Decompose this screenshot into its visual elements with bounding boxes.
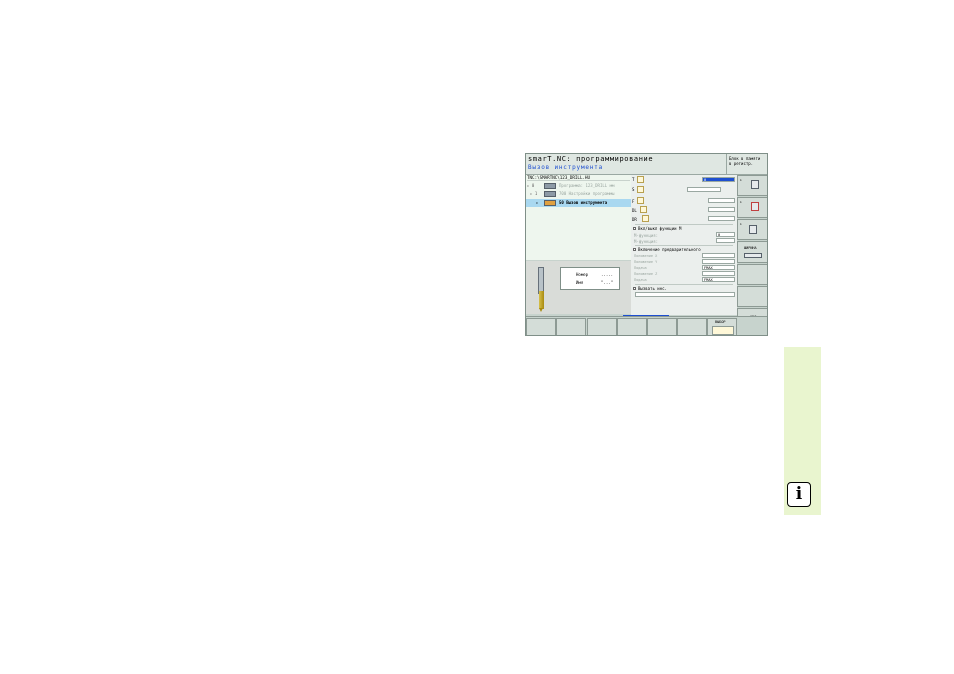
tool-number-icon (637, 176, 644, 183)
expand-arrow-icon[interactable]: ▸ 1 (530, 191, 537, 196)
pre-tool-input[interactable] (635, 292, 735, 297)
softkey-1[interactable] (526, 318, 556, 335)
tool-name-value: "..." (601, 280, 614, 285)
m-after-input[interactable] (716, 238, 735, 243)
delta-radius-input[interactable] (708, 216, 735, 221)
field-dl-label: DL (632, 208, 637, 213)
pre-feed2-input[interactable]: FMAX (702, 277, 735, 282)
header-right-text: Блок в памяти в регистр. (729, 156, 761, 166)
tool-number-label: Номер (576, 272, 589, 277)
select-tools-icon (712, 326, 734, 335)
tree-path: TNC:\SMARTNC\123_DRILL.HU (527, 175, 630, 181)
softkey-2[interactable] (556, 318, 586, 335)
tool-call-icon (544, 200, 556, 206)
tree-row-settings[interactable]: ▸ 1 700 Настройки программы (526, 190, 631, 198)
feed-input[interactable] (708, 198, 735, 203)
pre-feed-input[interactable]: FMAX (702, 265, 735, 270)
delta-length-input[interactable] (708, 207, 735, 212)
tool-holder-icon (751, 180, 759, 189)
softkey-tool-view-2[interactable]: ▸ (737, 197, 767, 218)
tool-shank-icon (538, 267, 544, 294)
header-right-panel: Блок в памяти в регистр. (726, 154, 767, 175)
tool-flute-icon (539, 291, 544, 309)
vertical-softkey-bar: ▸ ▸ ▸ ШИРИНА ОМС ИНСТРУМ. (737, 175, 767, 335)
current-row-marker-icon: ▸ (536, 200, 539, 205)
softkey-width[interactable]: ШИРИНА (737, 241, 767, 263)
field-s-label: S (632, 187, 635, 192)
pre-x-input[interactable] (702, 253, 735, 258)
screen-header: smarT.NC: программирование Вызов инструм… (526, 154, 726, 175)
pre-row-label: Подача (634, 266, 647, 270)
delta-length-icon (640, 206, 647, 213)
form-divider (635, 245, 733, 246)
pre-position-check-label: Включение предварительного (638, 247, 701, 252)
spindle-speed-input[interactable] (687, 187, 721, 192)
m-before-label: M-функция: (634, 233, 659, 238)
field-f-label: F (632, 199, 635, 204)
tree-row-label: Программа: 123_DRILL мм (559, 183, 615, 188)
pre-tool-check-label: Вызвать инс. (638, 286, 667, 291)
tool-name-label: Имя (576, 280, 584, 285)
width-icon (744, 253, 762, 258)
cnc-screenshot: smarT.NC: программирование Вызов инструм… (525, 153, 768, 336)
settings-icon (544, 191, 556, 197)
screen-title: smarT.NC: программирование (528, 155, 654, 163)
tool-number-input[interactable]: 0 (702, 177, 735, 182)
softkey-5[interactable] (647, 318, 677, 335)
softkey-empty-2[interactable] (737, 286, 767, 307)
tool-axis-icon (751, 202, 759, 211)
form-divider (635, 224, 733, 225)
delta-radius-icon (642, 215, 649, 222)
softkey-6[interactable] (677, 318, 707, 335)
m-after-label: M-функция: (634, 239, 659, 244)
tool-tip-icon (539, 308, 543, 312)
tree-row-program[interactable]: ▸ 0 Программа: 123_DRILL мм (526, 182, 631, 190)
pre-z-input[interactable] (702, 271, 735, 276)
screen-subtitle: Вызов инструмента (528, 164, 604, 171)
pre-position-checkbox[interactable] (633, 248, 636, 251)
tool-info-box: Номер ..... Имя "..." (560, 267, 620, 290)
softkey-marker: ▸ (740, 178, 743, 182)
program-icon (544, 183, 556, 189)
tool-preview-panel: Номер ..... Имя "..." (526, 261, 632, 314)
softkey-3[interactable] (587, 318, 617, 335)
tree-row-tool-call[interactable]: ▸ 50 Вызов инструмента (526, 199, 631, 207)
m-before-input[interactable]: 0 (716, 232, 735, 237)
softkey-select[interactable]: ВЫБОР (707, 318, 737, 335)
form-divider (635, 284, 733, 285)
pre-y-input[interactable] (702, 259, 735, 264)
softkey-4[interactable] (617, 318, 647, 335)
softkey-empty-1[interactable] (737, 264, 767, 285)
tree-row-label: 700 Настройки программы (559, 191, 615, 196)
pre-row-label: Положение X (634, 254, 658, 258)
tree-row-label: 50 Вызов инструмента (559, 200, 608, 205)
softkey-width-label: ШИРИНА (744, 246, 757, 250)
tool-call-form: T 0 S F DL DR Вкл/выкл функции M M-функц… (631, 175, 737, 315)
field-t-label: T (632, 177, 635, 182)
pre-row-label: Положение Z (634, 272, 658, 276)
program-tree: TNC:\SMARTNC\123_DRILL.HU ▸ 0 Программа:… (526, 175, 632, 260)
softkey-tool-view-3[interactable]: ▸ (737, 219, 767, 240)
collapse-arrow-icon[interactable]: ▸ 0 (527, 183, 534, 188)
tool-number-value: ..... (601, 272, 614, 277)
m-function-check-label: Вкл/выкл функции M (638, 226, 682, 231)
horizontal-softkey-bar: ВЫБОР (526, 316, 767, 335)
tool-change-icon (749, 225, 757, 234)
feed-icon (637, 197, 644, 204)
softkey-tool-view-1[interactable]: ▸ (737, 175, 767, 196)
softkey-marker: ▸ (740, 222, 743, 226)
info-icon: i (787, 482, 811, 507)
softkey-marker: ▸ (740, 200, 743, 204)
pre-row-label: Положение Y (634, 260, 658, 264)
pre-row-label: Подача (634, 278, 647, 282)
pre-tool-checkbox[interactable] (633, 287, 636, 290)
spindle-speed-icon (637, 186, 644, 193)
m-function-checkbox[interactable] (633, 227, 636, 230)
field-dr-label: DR (632, 217, 637, 222)
softkey-select-label: ВЫБОР (715, 320, 726, 324)
